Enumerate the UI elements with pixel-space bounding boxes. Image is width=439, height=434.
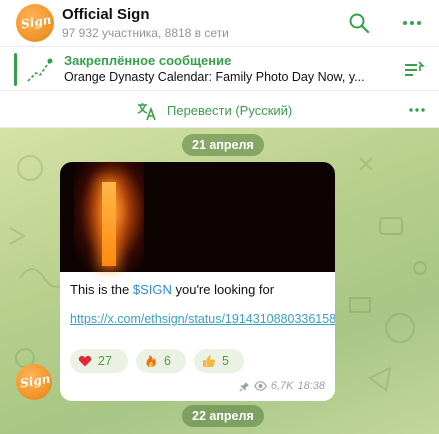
search-icon[interactable] (348, 12, 370, 34)
message-text: This is the $SIGN you're looking for (70, 282, 274, 297)
translate-label[interactable]: Перевести (Русский) (167, 103, 292, 118)
channel-subtitle: 97 932 участника, 8818 в сети (62, 26, 229, 40)
channel-title[interactable]: Official Sign (62, 6, 150, 23)
pinned-title: Закреплённое сообщение (64, 53, 232, 68)
message-media[interactable] (60, 162, 335, 272)
pin-icon (239, 381, 249, 392)
avatar-logo: Sign (19, 371, 52, 391)
reaction-thumbs-up[interactable]: 5 (194, 349, 244, 373)
chat-area[interactable]: 21 апреля This is the $SIGN you're looki… (0, 128, 439, 434)
reaction-count: 27 (98, 354, 112, 368)
pinned-text: Orange Dynasty Calendar: Family Photo Da… (64, 70, 365, 84)
date-separator: 21 апреля (182, 134, 264, 156)
pinned-thumbnail-icon (27, 58, 53, 82)
view-count: 6,7K (270, 380, 294, 392)
avatar-logo: Sign (20, 12, 53, 32)
date-separator: 22 апреля (182, 405, 264, 427)
message-text-after: you're looking for (171, 282, 275, 297)
translate-icon (137, 103, 156, 121)
message-text-before: This is the (70, 282, 133, 297)
views-icon (253, 381, 267, 391)
reaction-fire[interactable]: 6 (136, 349, 186, 373)
translate-bar[interactable]: Перевести (Русский) (0, 92, 439, 128)
message-bubble[interactable]: This is the $SIGN you're looking for htt… (60, 162, 335, 401)
pinned-list-icon[interactable] (403, 59, 425, 81)
reaction-count: 6 (164, 354, 171, 368)
thumbs-up-emoji-icon (203, 355, 215, 367)
more-options-icon[interactable] (401, 12, 423, 34)
chat-header: Sign Official Sign 97 932 участника, 881… (0, 0, 439, 46)
reaction-heart[interactable]: 27 (70, 349, 128, 373)
heart-emoji-icon (78, 355, 92, 367)
pinned-message-bar[interactable]: Закреплённое сообщение Orange Dynasty Ca… (0, 46, 439, 91)
fire-emoji-icon (146, 355, 156, 367)
cashtag-link[interactable]: $SIGN (133, 282, 172, 297)
message-meta: 6,7K 18:38 (239, 380, 325, 392)
media-glowing-door (102, 182, 116, 266)
reaction-count: 5 (222, 354, 229, 368)
translate-more-icon[interactable] (408, 101, 426, 119)
message-link[interactable]: https://x.com/ethsign/status/19143108803… (70, 311, 335, 327)
pinned-indicator (14, 53, 17, 86)
message-time: 18:38 (297, 380, 325, 392)
sender-avatar[interactable]: Sign (16, 364, 52, 400)
channel-avatar[interactable]: Sign (16, 4, 54, 42)
